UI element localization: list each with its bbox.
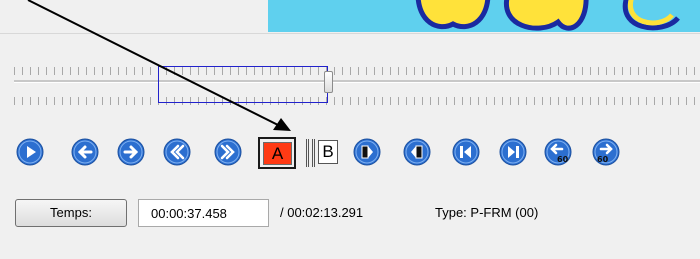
annotation-arrow: [27, 0, 291, 131]
